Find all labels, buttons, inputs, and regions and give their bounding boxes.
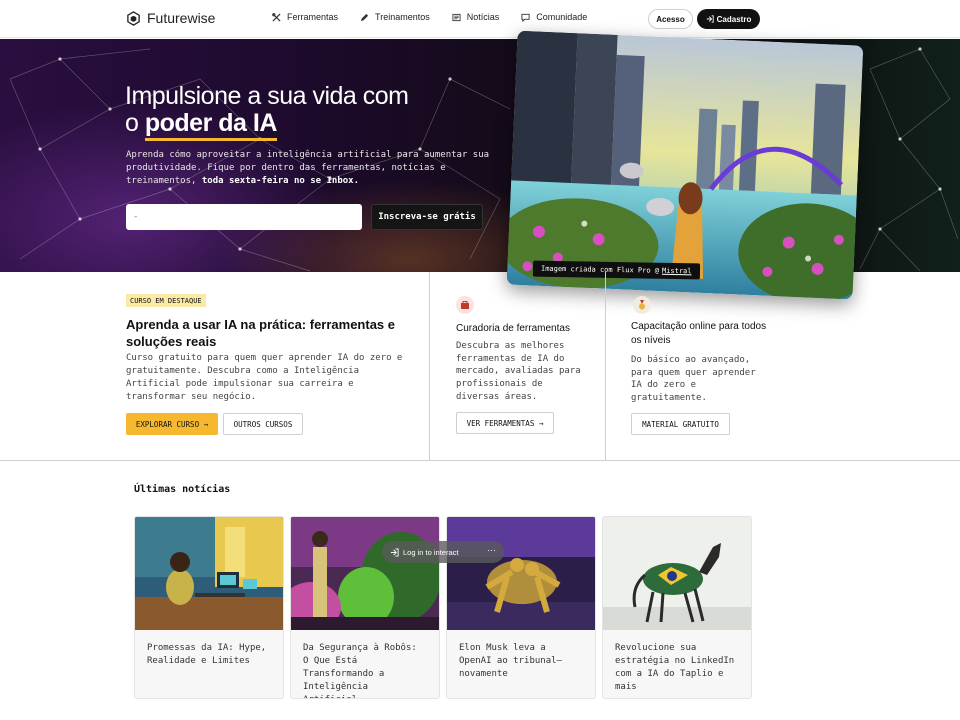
news-card-title: Da Segurança à Robôs: O Que Está Transfo…: [303, 643, 417, 698]
explore-course-button[interactable]: EXPLORAR CURSO →: [126, 413, 218, 435]
nav-item-comunidade[interactable]: Comunidade: [521, 12, 587, 22]
news-card-image: [291, 517, 439, 630]
brand-logo[interactable]: Futurewise: [126, 10, 215, 26]
other-courses-button[interactable]: OUTROS CURSOS: [223, 413, 303, 435]
nav-item-ferramentas[interactable]: Ferramentas: [272, 12, 338, 22]
medal-icon: [633, 296, 651, 314]
online-training-title: Capacitação online para todos os níveis: [631, 321, 767, 346]
news-card-image: [135, 517, 283, 630]
tools-curation-description: Descubra as melhores ferramentas de IA d…: [456, 341, 581, 402]
brand-icon: [127, 10, 140, 26]
signup-label: Cadastro: [716, 14, 752, 24]
column-divider: [605, 272, 606, 461]
pen-icon: [360, 13, 369, 21]
featured-course-title: Aprenda a usar IA na prática: ferramenta…: [126, 317, 396, 349]
free-material-button[interactable]: MATERIAL GRATUITO: [631, 413, 730, 435]
newspaper-icon: [452, 13, 461, 21]
login-button[interactable]: Acesso: [648, 9, 693, 29]
news-card-title: Revolucione sua estratégia no LinkedIn c…: [615, 643, 735, 692]
nav-item-label: Ferramentas: [287, 12, 339, 22]
hero-title-prefix: o: [125, 109, 145, 137]
hero-subtitle-bold: toda sexta-feira no se Inbox.: [201, 176, 360, 186]
subscribe-button[interactable]: Inscreva-se grátis: [371, 204, 483, 230]
nav-item-noticias[interactable]: Notícias: [452, 12, 500, 22]
more-options-icon[interactable]: ···: [487, 545, 496, 555]
hero-subtitle: Aprenda cómo aproveitar a inteligência a…: [126, 149, 504, 188]
brand-name: Futurewise: [147, 10, 216, 26]
news-card[interactable]: Revolucione sua estratégia no LinkedIn c…: [602, 516, 752, 699]
nav-item-treinamentos[interactable]: Treinamentos: [360, 12, 430, 22]
overlay-label: Log in to interact: [403, 547, 459, 557]
nav-links: Ferramentas Treinamentos Notícias Comuni…: [272, 12, 587, 22]
view-tools-button[interactable]: VER FERRAMENTAS →: [456, 412, 554, 434]
toolbox-icon: [456, 296, 474, 314]
signup-button[interactable]: Cadastro: [697, 9, 760, 29]
latest-news-heading: Últimas notícias: [134, 484, 231, 495]
chat-icon: [521, 13, 530, 22]
hero-ai-city-image: [506, 30, 864, 300]
news-card-title: Elon Musk leva a OpenAI ao tribunal—nova…: [459, 643, 562, 679]
top-navbar: Futurewise Ferramentas Treinamentos Notí…: [0, 0, 960, 38]
nav-item-label: Treinamentos: [375, 12, 430, 22]
features-section: CURSO EM DESTAQUE Aprenda a usar IA na p…: [0, 272, 960, 461]
login-icon: [390, 547, 399, 557]
email-input[interactable]: [126, 204, 362, 230]
hero-title-line1: Impulsione a sua vida com: [125, 82, 409, 110]
login-arrow-icon: [706, 15, 714, 23]
tools-icon: [272, 12, 281, 22]
tools-curation-title: Curadoria de ferramentas: [456, 323, 570, 334]
featured-course-description: Curso gratuito para quem quer aprender I…: [126, 353, 403, 402]
news-card-image: [447, 517, 595, 630]
login-to-interact-overlay[interactable]: Log in to interact ···: [382, 541, 504, 563]
nav-item-label: Comunidade: [536, 12, 588, 22]
featured-course-badge: CURSO EM DESTAQUE: [126, 294, 206, 307]
news-card-image: [603, 517, 751, 630]
nav-item-label: Notícias: [466, 12, 500, 22]
hero-title-highlight: poder da IA: [144, 109, 277, 141]
column-divider: [429, 272, 430, 461]
news-card-title: Promessas da IA: Hype, Realidade e Limit…: [147, 643, 267, 666]
news-card[interactable]: Promessas da IA: Hype, Realidade e Limit…: [134, 516, 284, 699]
online-training-description: Do básico ao avançado, para quem quer ap…: [631, 355, 756, 404]
hero-title: Impulsione a sua vida com o poder da IA: [125, 82, 445, 141]
